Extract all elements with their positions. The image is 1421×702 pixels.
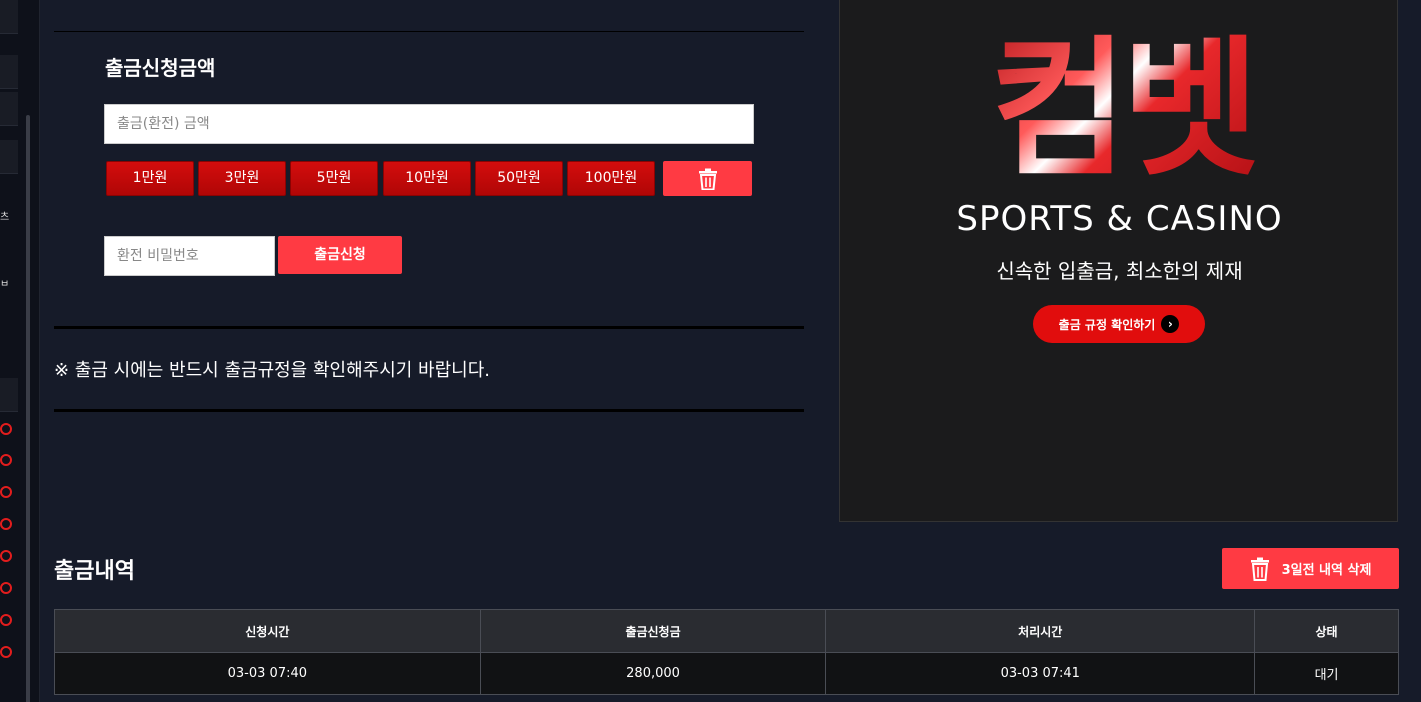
withdraw-notice: ※ 출금 시에는 반드시 출금규정을 확인해주시기 바랍니다. — [54, 360, 491, 381]
column-header-amount: 출금신청금 — [479, 609, 827, 653]
quick-amount-3-button[interactable]: 3만원 — [198, 161, 286, 196]
withdraw-history-title: 출금내역 — [54, 559, 135, 584]
chevron-right-icon: › — [1161, 315, 1180, 333]
sidebar-scrollbar[interactable] — [26, 115, 30, 702]
clear-amount-button[interactable] — [663, 161, 752, 196]
withdraw-amount-input[interactable] — [104, 104, 754, 144]
withdraw-rules-button[interactable]: 출금 규정 확인하기 › — [1033, 305, 1205, 343]
cell-request-time: 03-03 07:40 — [54, 652, 481, 695]
divider — [54, 31, 804, 32]
sidebar-block[interactable] — [0, 92, 18, 126]
quick-amount-50-button[interactable]: 50만원 — [475, 161, 563, 196]
withdraw-submit-button[interactable]: 출금신청 — [278, 236, 402, 274]
promo-banner: 컴벳 SPORTS & CASINO 신속한 입출금, 최소한의 제재 출금 규… — [839, 0, 1398, 522]
quick-amount-10-button[interactable]: 10만원 — [383, 161, 471, 196]
quick-amount-1-button[interactable]: 1만원 — [106, 161, 194, 196]
basketball-icon[interactable] — [0, 486, 12, 498]
sidebar-block[interactable] — [0, 140, 18, 174]
cell-status: 대기 — [1254, 652, 1399, 695]
brand-logo: 컴벳 — [954, 25, 1290, 195]
hockey-icon[interactable] — [0, 550, 12, 562]
tennis-icon[interactable] — [0, 454, 12, 466]
trash-icon — [1250, 557, 1269, 581]
promo-tagline: 신속한 입출금, 최소한의 제재 — [996, 259, 1243, 283]
soccer-icon[interactable] — [0, 423, 12, 435]
left-sidebar: 츠 ㅂ — [0, 0, 40, 702]
sidebar-block[interactable] — [0, 55, 18, 89]
esports-icon[interactable] — [0, 646, 12, 658]
table-header-row: 신청시간 출금신청금 처리시간 상태 — [54, 609, 1399, 653]
column-header-status: 상태 — [1254, 609, 1399, 653]
column-header-processed-time: 처리시간 — [825, 609, 1256, 653]
sidebar-block[interactable] — [0, 378, 18, 412]
cell-amount: 280,000 — [479, 652, 827, 695]
sidebar-label[interactable]: ㅂ — [0, 275, 9, 290]
quick-amount-5-button[interactable]: 5만원 — [290, 161, 378, 196]
quick-amount-100-button[interactable]: 100만원 — [567, 161, 655, 196]
rules-button-label: 출금 규정 확인하기 — [1058, 317, 1156, 332]
brand-subtitle: SPORTS & CASINO — [956, 199, 1283, 239]
withdraw-form-title: 출금신청금액 — [105, 56, 216, 80]
delete-history-label: 3일전 내역 삭제 — [1281, 563, 1372, 578]
cell-processed-time: 03-03 07:41 — [825, 652, 1256, 695]
football-icon[interactable] — [0, 614, 12, 626]
trash-icon — [698, 168, 717, 190]
table-row: 03-03 07:40 280,000 03-03 07:41 대기 — [54, 652, 1399, 695]
baseball-icon[interactable] — [0, 518, 12, 530]
divider — [54, 409, 804, 412]
divider — [54, 326, 804, 329]
withdraw-history-table: 신청시간 출금신청금 처리시간 상태 03-03 07:40 280,000 0… — [54, 609, 1399, 695]
withdraw-password-input[interactable] — [104, 236, 275, 276]
sidebar-block[interactable] — [0, 0, 18, 34]
column-header-request-time: 신청시간 — [54, 609, 481, 653]
delete-old-history-button[interactable]: 3일전 내역 삭제 — [1222, 548, 1399, 589]
sidebar-label[interactable]: 츠 — [0, 208, 9, 223]
volleyball-icon[interactable] — [0, 582, 12, 594]
